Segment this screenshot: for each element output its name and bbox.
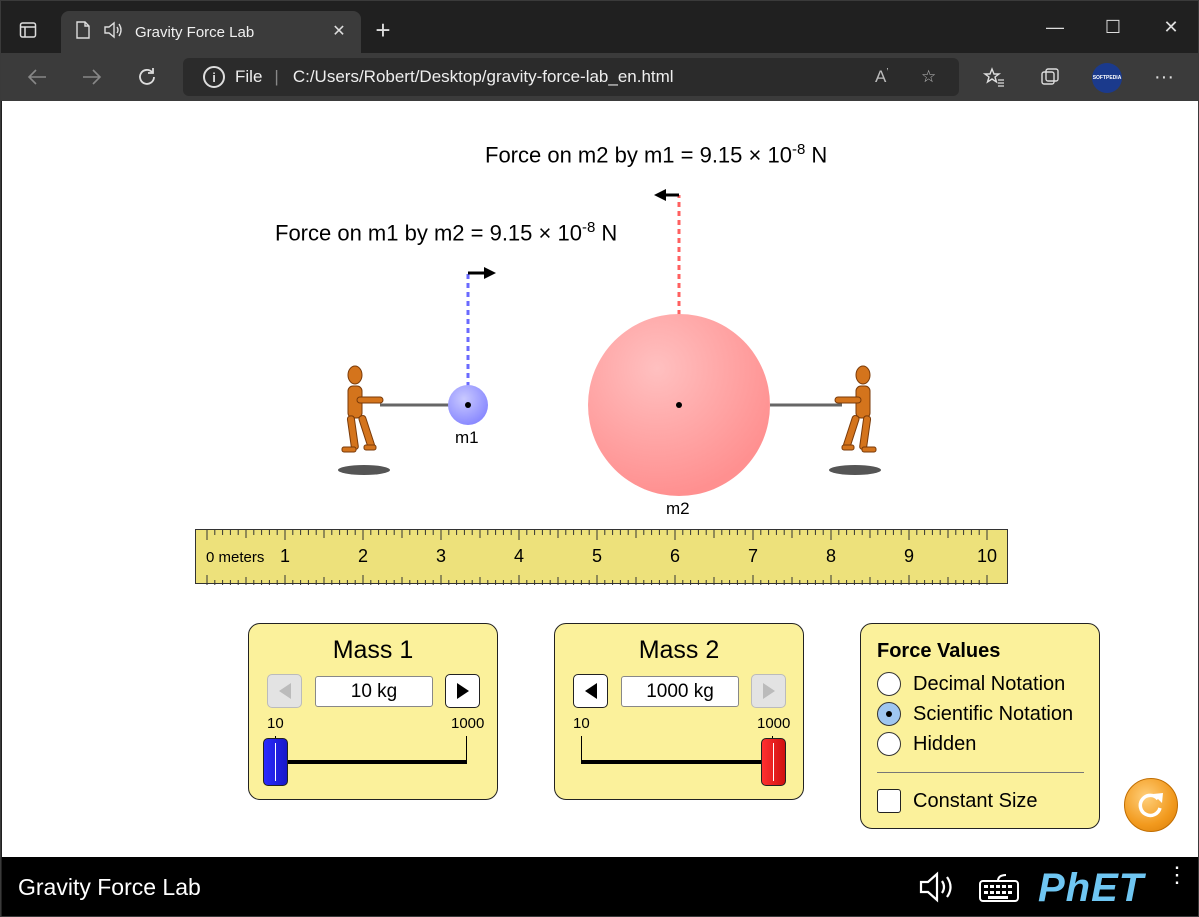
mass-2-decrement-button[interactable] (573, 674, 608, 708)
page-icon (75, 20, 91, 44)
maximize-icon[interactable]: ☐ (1084, 1, 1142, 53)
forward-icon[interactable] (76, 61, 108, 93)
mass-1-value: 10 kg (315, 676, 433, 707)
refresh-icon[interactable] (131, 61, 163, 93)
ruler-tick-label: 9 (904, 546, 915, 566)
radio-scientific-notation[interactable]: Scientific Notation (877, 702, 1073, 726)
right-puller-figure (829, 365, 881, 475)
mass-2-slider-thumb[interactable] (761, 738, 786, 786)
address-separator: | (274, 67, 279, 86)
keyboard-icon[interactable] (978, 873, 1020, 908)
active-tab[interactable]: Gravity Force Lab ✕ (61, 11, 361, 53)
reset-icon (1138, 793, 1163, 818)
constant-size-checkbox[interactable] (877, 789, 901, 813)
force-values-title: Force Values (877, 640, 1001, 662)
mass-2-panel: Mass 2 1000 kg 10 1000 (554, 623, 804, 800)
mass-1-slider-thumb[interactable] (263, 738, 288, 786)
mass-2-max-label: 1000 (757, 715, 791, 732)
ruler-tick-label: 6 (670, 546, 681, 566)
ruler-zero-label: 0 meters (206, 549, 265, 566)
ruler-tick-label: 4 (514, 546, 525, 566)
ruler-tick-label: 10 (977, 546, 998, 566)
ruler-tick-label: 5 (592, 546, 603, 566)
ruler-tick-label: 1 (280, 546, 291, 566)
mass-2-increment-button[interactable] (751, 674, 786, 708)
mass-1-min-label: 10 (267, 715, 284, 732)
mass-2-slider-track[interactable] (581, 760, 773, 764)
left-puller-figure (338, 365, 390, 475)
url-text[interactable]: C:/Users/Robert/Desktop/gravity-force-la… (293, 67, 674, 87)
mass-2-sphere[interactable] (588, 314, 770, 496)
browser-window: Gravity Force Lab ✕ + — ☐ ✕ i File | C:/… (0, 0, 1199, 917)
profile-avatar[interactable]: SOFTPEDIA (1092, 63, 1122, 93)
mass-1-slider-track[interactable] (275, 760, 467, 764)
close-tab-icon[interactable]: ✕ (329, 22, 349, 42)
force-arrow-m1 (466, 267, 496, 405)
ruler-ticks (206, 530, 988, 585)
tab-actions-icon[interactable] (13, 15, 43, 45)
radio-button[interactable] (877, 672, 901, 696)
minimize-icon[interactable]: — (1026, 1, 1084, 53)
reset-all-button[interactable] (1124, 778, 1178, 832)
mass-2-min-label: 10 (573, 715, 590, 732)
mass-1-title: Mass 1 (332, 636, 414, 664)
mass-1-max-label: 1000 (451, 715, 485, 732)
checkbox-label: Constant Size (913, 789, 1038, 812)
mass-2-min-tick (581, 736, 582, 762)
address-prefix: File (235, 67, 263, 86)
panel-divider (877, 772, 1084, 773)
ruler-tick-label: 3 (436, 546, 447, 566)
window-controls: — ☐ ✕ (1026, 1, 1198, 53)
phet-logo[interactable]: PhET (1038, 866, 1144, 911)
radio-label: Decimal Notation (913, 672, 1066, 695)
read-aloud-icon[interactable]: Aʼ (875, 67, 889, 87)
force-values-panel: Force Values Decimal Notation Scientific… (860, 623, 1100, 829)
phet-menu-icon[interactable]: ⋮ (1166, 864, 1188, 886)
mass-2-value: 1000 kg (621, 676, 739, 707)
collections-icon[interactable] (1034, 61, 1066, 93)
mass-1-panel: Mass 1 10 kg 10 1000 (248, 623, 498, 800)
radio-decimal-notation[interactable]: Decimal Notation (877, 672, 1065, 696)
address-bar[interactable]: i File | C:/Users/Robert/Desktop/gravity… (183, 58, 959, 96)
add-favorite-icon[interactable]: ☆ (921, 67, 936, 87)
navigation-bar: i File | C:/Users/Robert/Desktop/gravity… (1, 53, 1198, 101)
more-menu-icon[interactable]: ··· (1148, 61, 1180, 93)
mass-1-increment-button[interactable] (445, 674, 480, 708)
radio-button[interactable] (877, 732, 901, 756)
constant-size-checkbox-row[interactable]: Constant Size (877, 789, 1038, 813)
ruler-tick-label: 8 (826, 546, 837, 566)
new-tab-icon[interactable]: + (369, 17, 397, 45)
ruler[interactable]: 0 meters 1 2 3 4 5 6 7 8 9 10 (195, 529, 1008, 585)
sound-icon[interactable] (918, 871, 958, 908)
ruler-tick-label: 2 (358, 546, 369, 566)
mass-1-decrement-button[interactable] (267, 674, 302, 708)
mass-1-max-tick (466, 736, 467, 762)
speaker-icon[interactable] (103, 21, 123, 44)
tab-title: Gravity Force Lab (135, 23, 255, 41)
mass-2-title: Mass 2 (638, 636, 720, 664)
radio-hidden[interactable]: Hidden (877, 732, 976, 756)
radio-button-selected[interactable] (877, 702, 901, 726)
radio-label: Scientific Notation (913, 702, 1074, 725)
sim-scene (338, 189, 881, 496)
ruler-tick-label: 7 (748, 546, 759, 566)
m2-label: m2 (666, 499, 690, 518)
favorites-icon[interactable] (978, 61, 1010, 93)
mass-1-sphere[interactable] (448, 385, 488, 425)
m1-label: m1 (455, 428, 479, 447)
sim-title: Gravity Force Lab (18, 874, 201, 900)
title-bar: Gravity Force Lab ✕ + — ☐ ✕ (1, 1, 1198, 53)
phet-navbar: Gravity Force Lab PhET ⋮ (2, 857, 1198, 916)
close-window-icon[interactable]: ✕ (1142, 1, 1198, 53)
back-icon[interactable] (21, 61, 53, 93)
info-icon[interactable]: i (203, 66, 225, 88)
simulation-area: Force on m2 by m1 = 9.15 × 10-8 N Force … (2, 101, 1198, 857)
radio-label: Hidden (913, 732, 977, 755)
